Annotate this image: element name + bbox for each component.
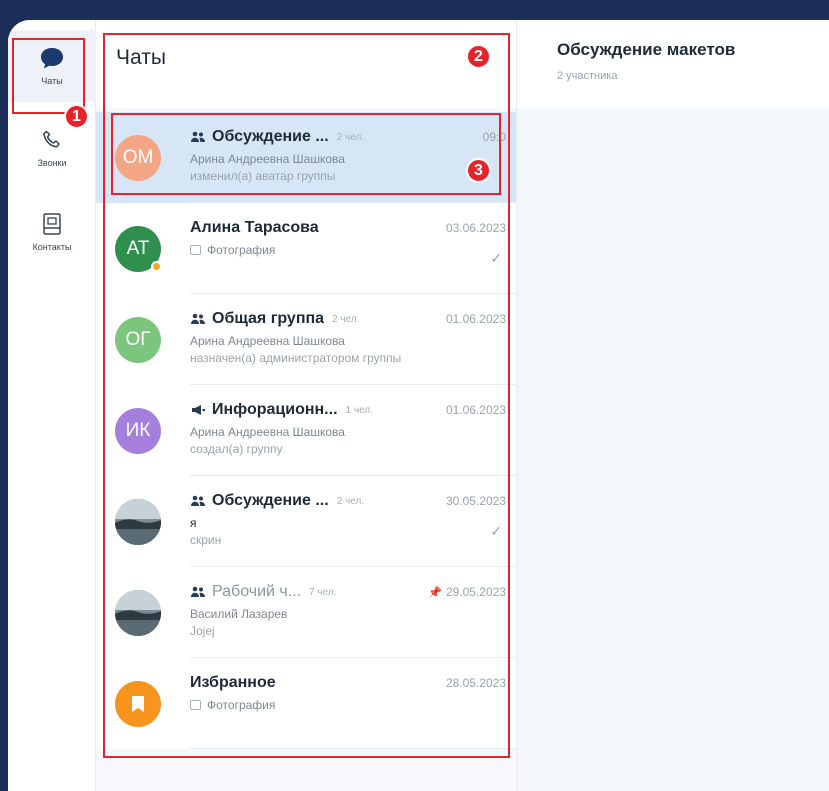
- last-message-sender: я: [190, 516, 506, 530]
- chat-row[interactable]: ИК Инфорационн... 1 чел. 01.06.2023 Арина Ан…: [96, 385, 516, 476]
- avatar-photo: [115, 499, 161, 545]
- group-icon: [191, 586, 205, 597]
- last-message-sender: Арина Андреевна Шашкова: [190, 425, 506, 439]
- chat-name: Общая группа: [212, 310, 325, 327]
- avatar: [115, 499, 161, 545]
- channel-megaphone-icon: [192, 405, 205, 415]
- photo-icon: [190, 700, 201, 710]
- chat-bubble-icon: [41, 48, 63, 69]
- group-icon: [191, 131, 205, 142]
- avatar: ИК: [115, 408, 161, 454]
- avatar-initials: ИК: [125, 420, 151, 441]
- callout-badge-3: 3: [466, 158, 491, 183]
- chat-list: ОМ Обсуждение ... 2 чел. 09:0 Арина Андреевн…: [96, 108, 516, 791]
- avatar-initials: ОМ: [122, 147, 154, 168]
- chat-row[interactable]: ОГ Общая группа 2 чел. 01.06.2023 Арина Андр…: [96, 294, 516, 385]
- chat-row-header: Обсуждение ... 2 чел. 09:0: [190, 126, 506, 148]
- last-message-text: Василий Лазарев: [190, 607, 288, 621]
- group-icon: [191, 495, 205, 506]
- last-message-text: Арина Андреевна Шашкова: [190, 152, 345, 166]
- chat-row-header: Обсуждение ... 2 чел. 30.05.2023: [190, 490, 506, 512]
- last-message-sender: Фотография: [190, 243, 506, 257]
- last-message-sender: Арина Андреевна Шашкова: [190, 152, 506, 166]
- read-check-icon: ✓: [490, 523, 502, 539]
- nav-item-contacts-label: Контакты: [32, 242, 72, 252]
- chat-list-panel: Чаты ОМ Обсуждение ... 2 чел. 09:0 Арина Анд…: [96, 20, 516, 791]
- conversation-participants: 2 участника: [557, 70, 618, 82]
- member-count: 2 чел.: [336, 495, 365, 507]
- conversation-area: [516, 108, 829, 791]
- last-message-text: я: [190, 516, 197, 530]
- last-message-text: Арина Андреевна Шашкова: [190, 334, 345, 348]
- chat-list-title: Чаты: [116, 46, 166, 69]
- chat-row[interactable]: Рабочий ч... 7 чел. 📌 29.05.2023 Василий Лаз…: [96, 567, 516, 658]
- last-message-preview: изменил(а) аватар группы: [190, 169, 336, 183]
- last-message-preview: назначен(а) администратором группы: [190, 351, 402, 365]
- avatar: [115, 590, 161, 636]
- chat-date: 29.05.2023: [445, 585, 506, 599]
- chat-name: Обсуждение ...: [212, 492, 329, 509]
- last-message-text: Фотография: [207, 698, 276, 712]
- avatar: ОМ: [115, 135, 161, 181]
- chat-name: Инфорационн...: [212, 401, 338, 418]
- chat-row[interactable]: АТ Алина Тарасова 03.06.2023 Фотография ✓: [96, 203, 516, 294]
- app-background: Чаты Звонки Контакты Чаты ОМ Обсуждение …: [0, 0, 829, 791]
- nav-rail: Чаты Звонки Контакты: [8, 20, 96, 791]
- last-message-preview: скрин: [190, 533, 222, 547]
- chat-name: Алина Тарасова: [190, 219, 319, 236]
- pin-icon: 📌: [428, 586, 442, 599]
- bookmark-icon: [132, 696, 144, 712]
- chat-row-header: Общая группа 2 чел. 01.06.2023: [190, 308, 506, 330]
- last-message-preview: Jojej: [190, 624, 215, 638]
- avatar-photo: [115, 590, 161, 636]
- chat-date: 28.05.2023: [445, 676, 506, 690]
- online-status-dot: [151, 261, 162, 272]
- chat-row-header: Избранное 28.05.2023: [190, 672, 506, 694]
- chat-date: 09:0: [482, 130, 506, 144]
- conversation-title: Обсуждение макетов: [557, 40, 736, 59]
- row-divider: [190, 748, 516, 749]
- chat-name: Избранное: [190, 674, 276, 691]
- last-message-text: Арина Андреевна Шашкова: [190, 425, 345, 439]
- last-message-sender: Фотография: [190, 698, 506, 712]
- avatar-initials: АТ: [126, 238, 150, 259]
- member-count: 2 чел.: [336, 131, 365, 143]
- phone-icon: [43, 130, 60, 148]
- chat-row-header: Алина Тарасова 03.06.2023: [190, 217, 506, 239]
- chat-date: 01.06.2023: [445, 403, 506, 417]
- conversation-header: Обсуждение макетов 2 участника: [516, 20, 829, 108]
- read-check-icon: ✓: [490, 250, 502, 266]
- group-icon: [191, 313, 205, 324]
- chat-row[interactable]: Избранное 28.05.2023 Фотография: [96, 658, 516, 749]
- member-count: 1 чел.: [345, 404, 373, 416]
- last-message-text: Фотография: [207, 243, 276, 257]
- contacts-book-icon: [43, 213, 61, 235]
- last-message-preview: создал(а) группу: [190, 442, 283, 456]
- chat-list-header: Чаты: [96, 20, 516, 108]
- chat-name: Рабочий ч...: [212, 583, 302, 600]
- callout-badge-2: 2: [466, 44, 491, 69]
- nav-item-calls-label: Звонки: [37, 158, 67, 168]
- avatar: [115, 681, 161, 727]
- chat-row-header: Инфорационн... 1 чел. 01.06.2023: [190, 399, 506, 421]
- chat-row[interactable]: ОМ Обсуждение ... 2 чел. 09:0 Арина Андреевн…: [96, 112, 516, 203]
- chat-row[interactable]: Обсуждение ... 2 чел. 30.05.2023 я скрин ✓: [96, 476, 516, 567]
- chat-name: Обсуждение ...: [212, 128, 329, 145]
- avatar: ОГ: [115, 317, 161, 363]
- nav-item-chats-label: Чаты: [41, 76, 63, 86]
- chat-date: 30.05.2023: [445, 494, 506, 508]
- nav-item-contacts[interactable]: Контакты: [8, 196, 96, 268]
- chat-row-header: Рабочий ч... 7 чел. 📌 29.05.2023: [190, 581, 506, 603]
- member-count: 2 чел.: [332, 313, 360, 325]
- last-message-sender: Арина Андреевна Шашкова: [190, 334, 506, 348]
- chat-date: 01.06.2023: [445, 312, 506, 326]
- app-window: Чаты Звонки Контакты Чаты ОМ Обсуждение …: [8, 20, 829, 791]
- chat-date: 03.06.2023: [445, 221, 506, 235]
- member-count: 7 чел.: [309, 586, 337, 598]
- callout-badge-1: 1: [64, 104, 89, 129]
- nav-item-chats[interactable]: Чаты: [8, 30, 96, 102]
- last-message-sender: Василий Лазарев: [190, 607, 506, 621]
- avatar-initials: ОГ: [125, 329, 151, 350]
- photo-icon: [190, 245, 201, 255]
